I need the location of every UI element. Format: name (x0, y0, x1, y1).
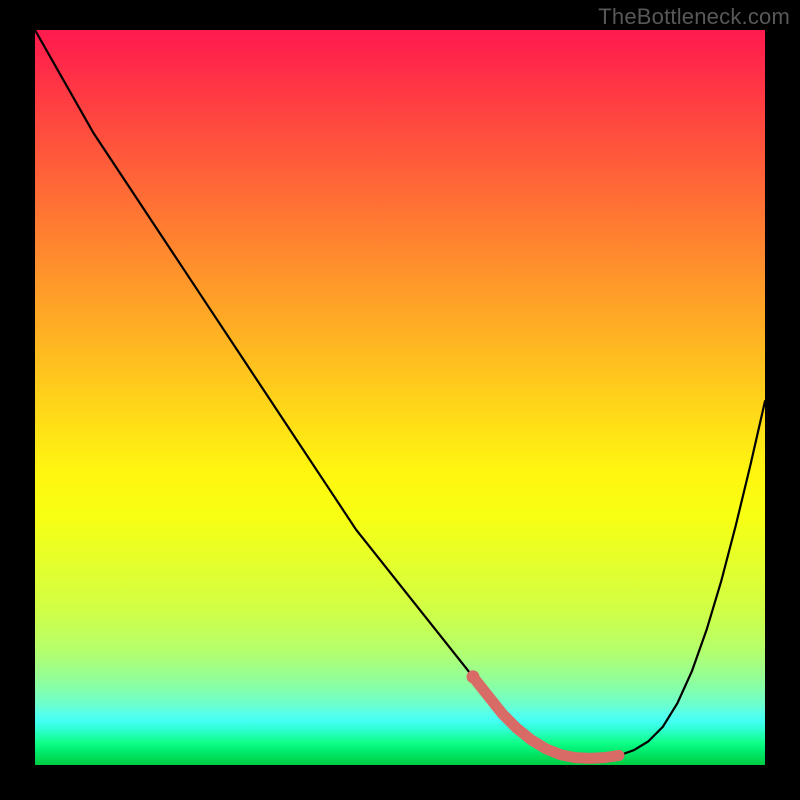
plot-area (35, 30, 765, 765)
bottleneck-curve (35, 30, 765, 758)
optimal-range-highlight (473, 677, 619, 759)
watermark-text: TheBottleneck.com (598, 4, 790, 30)
curve-svg (35, 30, 765, 765)
optimal-start-marker (467, 670, 480, 683)
chart-container: TheBottleneck.com (0, 0, 800, 800)
